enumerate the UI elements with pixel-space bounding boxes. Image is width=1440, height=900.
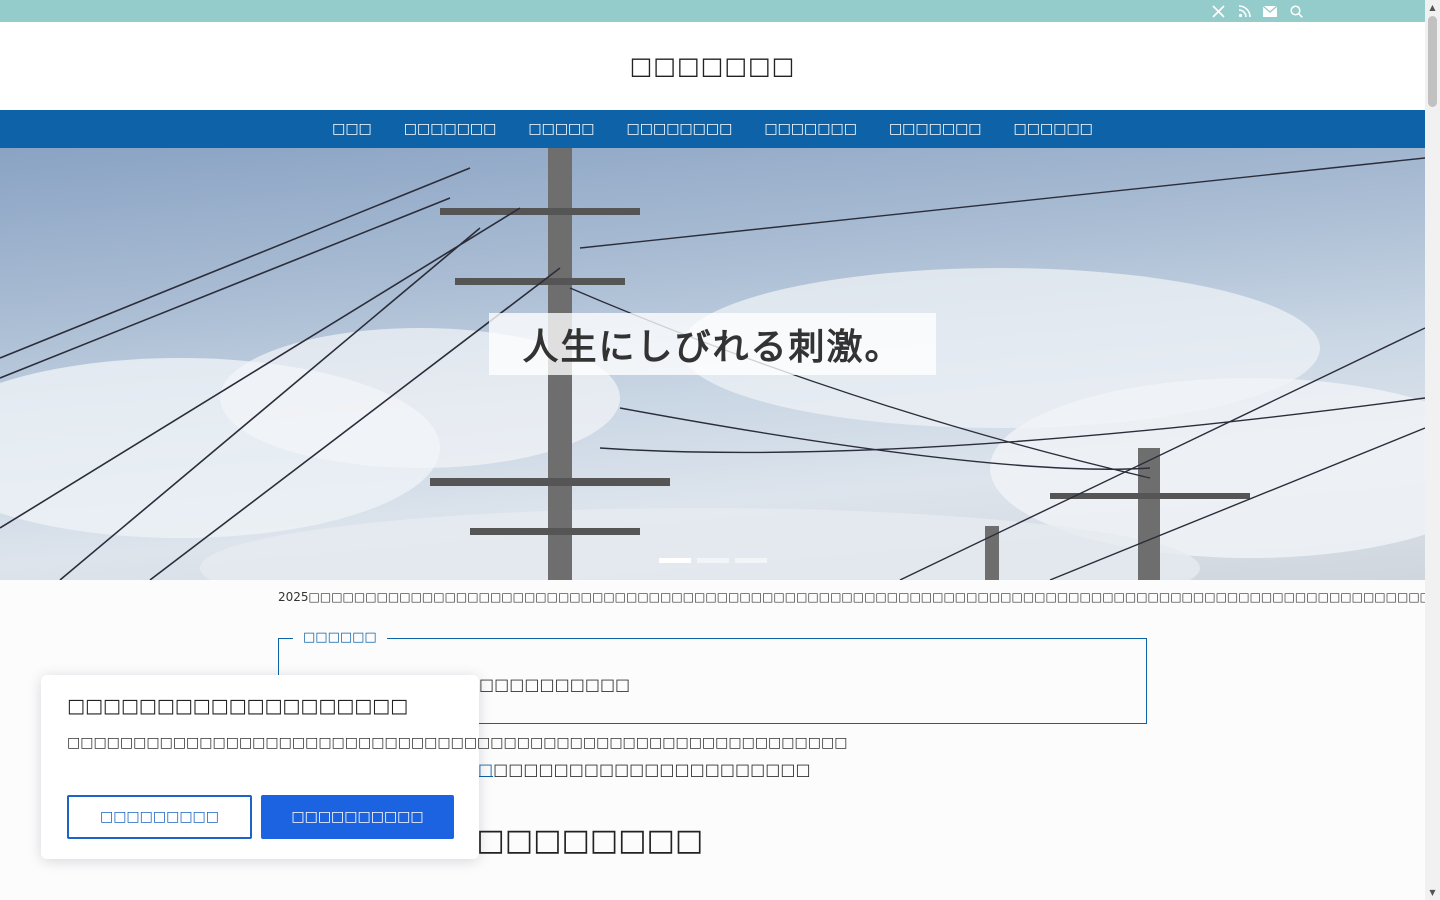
site-title[interactable]: □□□□□□□ [630, 52, 796, 80]
search-icon[interactable] [1287, 2, 1305, 20]
info-box-label: □□□□□□ [293, 630, 387, 645]
slide-dot-1[interactable] [659, 558, 691, 563]
slider-dots [659, 558, 767, 563]
intro-paragraph: 2025□□□□□□□□□□□□□□□□□□□□□□□□□□□□□□□□□□□□… [278, 590, 1425, 604]
main-nav: □□□ □□□□□□□ □□□□□ □□□□□□□□ □□□□□□□ □□□□□… [0, 110, 1425, 148]
nav-item-4[interactable]: □□□□□□□□ [627, 121, 733, 137]
scroll-thumb[interactable] [1428, 16, 1437, 107]
slide-dot-3[interactable] [735, 558, 767, 563]
mail-icon[interactable] [1261, 2, 1279, 20]
top-bar [0, 0, 1425, 22]
cookie-text: □□□□□□□□□□□□□□□□□□□□□□□□□□□□□□□□□□□□□□□□… [67, 735, 848, 751]
hero-caption: 人生にしびれる刺激。 [522, 326, 903, 368]
scroll-down-arrow-icon[interactable]: ▼ [1425, 885, 1440, 900]
social-icons [1209, 2, 1305, 20]
nav-item-5[interactable]: □□□□□□□ [764, 121, 857, 137]
cookie-buttons: □□□□□□□□□ □□□□□□□□□□ [67, 795, 454, 839]
scroll-up-arrow-icon[interactable]: ▲ [1425, 0, 1440, 15]
x-icon[interactable] [1209, 2, 1227, 20]
nav-item-3[interactable]: □□□□□ [528, 121, 594, 137]
cookie-consent-dialog: □□□□□□□□□□□□□□□□□□□ □□□□□□□□□□□□□□□□□□□□… [41, 675, 848, 859]
page-scrollbar[interactable]: ▲ ▼ [1425, 0, 1440, 900]
rss-icon[interactable] [1235, 2, 1253, 20]
nav-item-2[interactable]: □□□□□□□ [404, 121, 497, 137]
site-header: □□□□□□□ [0, 22, 1425, 110]
hero-caption-box: 人生にしびれる刺激。 [489, 313, 936, 375]
cookie-decline-button[interactable]: □□□□□□□□□ [67, 795, 252, 839]
page: □□□□□□□ □□□ □□□□□□□ □□□□□ □□□□□□□□ □□□□□… [0, 0, 1425, 900]
body-link[interactable]: □ [478, 760, 493, 779]
cookie-title: □□□□□□□□□□□□□□□□□□□ [67, 695, 409, 717]
nav-item-1[interactable]: □□□ [332, 121, 372, 137]
info-box-text: □□□□□□□□□□ [479, 675, 631, 694]
slide-dot-2[interactable] [697, 558, 729, 563]
body-line-text: □□□□□□□□□□□□□□□□□□□□□ [493, 760, 811, 779]
nav-item-7[interactable]: □□□□□□ [1014, 121, 1093, 137]
nav-item-6[interactable]: □□□□□□□ [889, 121, 982, 137]
cookie-accept-button[interactable]: □□□□□□□□□□ [261, 795, 454, 839]
hero-slider[interactable]: 人生にしびれる刺激。 [0, 148, 1425, 580]
